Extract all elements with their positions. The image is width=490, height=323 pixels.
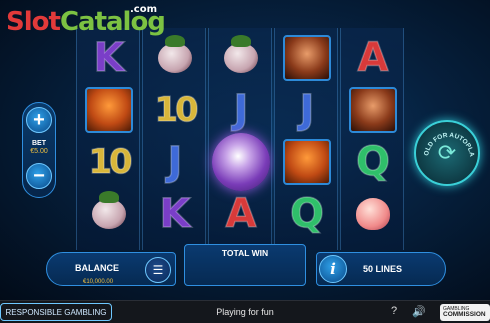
symbol-j-letter: J (233, 86, 249, 134)
gambling-commission-badge[interactable]: GAMBLING COMMISSION (440, 304, 490, 321)
reel-5: AQ (340, 28, 404, 250)
menu-button[interactable]: ☰ (145, 257, 171, 283)
orb-icon (212, 133, 270, 191)
reel-area: K 10 10 J K J A J Q A Q (76, 28, 406, 250)
fox-icon (85, 87, 133, 133)
reel-symbol: J (209, 84, 273, 136)
reel-symbol (275, 32, 339, 84)
reel-symbol (77, 84, 141, 136)
spin-autoplay-button[interactable]: HOLD FOR AUTOPLAY ⟳ (414, 120, 480, 186)
reel-symbol (77, 188, 141, 240)
reel-symbol (209, 32, 273, 84)
reel-3: JA (208, 28, 272, 250)
symbol-q-letter: Q (289, 190, 325, 238)
control-bar: BALANCE €10,000.00 ☰ TOTAL WIN i 50 LINE… (46, 244, 446, 288)
reel-1: K 10 (76, 28, 140, 250)
balance-label: BALANCE (75, 263, 119, 273)
autoplay-label-text: HOLD FOR AUTOPLAY (416, 122, 475, 158)
footer-bar: RESPONSIBLE GAMBLING Playing for fun ? 🔊… (0, 300, 490, 323)
bet-value: €5.00 (30, 148, 48, 155)
bet-increase-button[interactable]: + (26, 107, 52, 133)
lines-label: 50 LINES (363, 264, 403, 274)
svg-text:HOLD FOR AUTOPLAY: HOLD FOR AUTOPLAY (416, 122, 475, 158)
total-win-panel: TOTAL WIN (184, 244, 306, 286)
lines-panel: i 50 LINES (316, 252, 446, 286)
balance-panel: BALANCE €10,000.00 ☰ (46, 252, 176, 286)
mangosteen-icon (92, 191, 126, 229)
symbol-j-letter: J (167, 138, 183, 186)
reel-symbol: J (143, 136, 207, 188)
menu-icon: ☰ (152, 263, 164, 277)
fox-icon (283, 139, 331, 185)
symbol-q-letter: Q (355, 138, 391, 186)
bet-label: BET (32, 140, 46, 147)
symbol-k-letter: K (159, 190, 192, 238)
mangosteen-icon (158, 35, 192, 73)
site-logo: SlotCatalog .com (6, 4, 166, 40)
symbol-a-letter: A (357, 34, 389, 82)
monkey-icon (283, 35, 331, 81)
reel-symbol (275, 136, 339, 188)
autoplay-label: HOLD FOR AUTOPLAY (416, 122, 475, 158)
reel-symbol: A (341, 32, 405, 84)
mangosteen-icon (224, 35, 258, 73)
symbol-a-letter: A (225, 190, 257, 238)
info-button[interactable]: i (319, 255, 347, 283)
peach-icon (356, 198, 390, 230)
symbol-j-letter: J (299, 86, 315, 134)
bet-panel: + BET €5.00 − (22, 102, 56, 198)
game-stage: SlotCatalog .com K 10 10 J K J A J Q A Q + BET €5.… (0, 0, 490, 300)
reel-symbol (341, 188, 405, 240)
reel-symbol: 10 (77, 136, 141, 188)
sound-icon[interactable]: 🔊 (412, 305, 426, 318)
reel-symbol (341, 84, 405, 136)
balance-value: €10,000.00 (83, 279, 114, 285)
help-button[interactable]: ? (391, 305, 397, 317)
reel-symbol: Q (341, 136, 405, 188)
symbol-k-letter: K (93, 34, 126, 82)
gc-line2: COMMISSION (443, 311, 486, 318)
bet-decrease-button[interactable]: − (26, 163, 52, 189)
reel-symbol: K (143, 188, 207, 240)
monkey-icon (349, 87, 397, 133)
reel-symbol: 10 (143, 84, 207, 136)
responsible-gambling-link[interactable]: RESPONSIBLE GAMBLING (0, 303, 112, 321)
symbol-10-letter: 10 (154, 89, 200, 131)
reel-2: 10 J K (142, 28, 206, 250)
logo-slot-text: Slot (6, 7, 61, 37)
reel-symbol: J (275, 84, 339, 136)
logo-com-text: .com (130, 4, 158, 15)
reel-symbol (209, 133, 273, 191)
reel-4: JQ (274, 28, 338, 250)
reel-symbol: A (209, 188, 273, 240)
symbol-10-letter: 10 (88, 141, 134, 183)
reel-symbol: Q (275, 188, 339, 240)
total-win-label: TOTAL WIN (221, 248, 269, 258)
